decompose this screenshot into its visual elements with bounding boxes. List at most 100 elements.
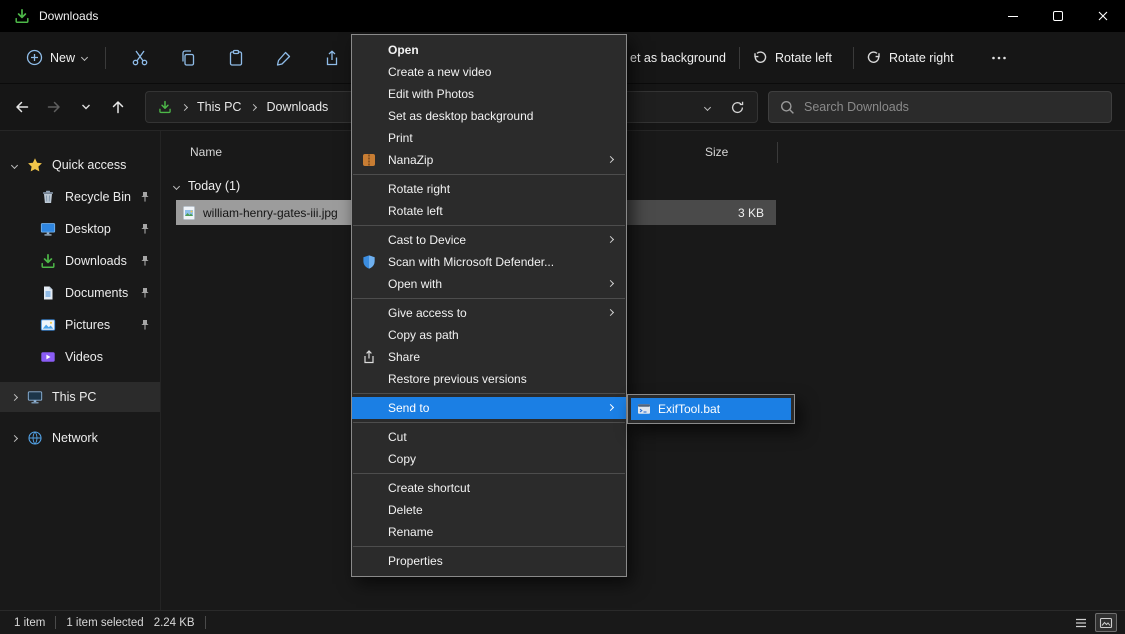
- menu-separator: [353, 225, 625, 226]
- plus-circle-icon: [26, 49, 43, 66]
- recent-locations-button[interactable]: [72, 92, 100, 122]
- menu-item-copy[interactable]: Copy: [352, 448, 626, 470]
- menu-item-rotate-left[interactable]: Rotate left: [352, 200, 626, 222]
- sidebar-item-documents[interactable]: Documents: [0, 278, 160, 308]
- menu-separator: [353, 546, 625, 547]
- menu-item-scan-with-microsoft-defender[interactable]: Scan with Microsoft Defender...: [352, 251, 626, 273]
- menu-item-cast-to-device[interactable]: Cast to Device: [352, 229, 626, 251]
- toolbar-separator: [853, 47, 854, 69]
- submenu-arrow-icon: [607, 236, 614, 243]
- new-button-label: New: [50, 51, 75, 65]
- menu-item-open[interactable]: Open: [352, 39, 626, 61]
- paste-button[interactable]: [212, 40, 260, 76]
- close-icon: [1098, 11, 1108, 21]
- exiftool-icon: [637, 402, 651, 416]
- breadcrumb-downloads[interactable]: Downloads: [266, 100, 328, 114]
- maximize-button[interactable]: [1035, 0, 1080, 32]
- breadcrumb-this-pc[interactable]: This PC: [197, 100, 241, 114]
- sidebar-item-recycle-bin[interactable]: Recycle Bin: [0, 182, 160, 212]
- menu-separator: [353, 174, 625, 175]
- menu-item-create-shortcut[interactable]: Create shortcut: [352, 477, 626, 499]
- menu-item-print[interactable]: Print: [352, 127, 626, 149]
- menu-separator: [353, 298, 625, 299]
- menu-item-restore-previous-versions[interactable]: Restore previous versions: [352, 368, 626, 390]
- this-pc-icon: [27, 389, 43, 405]
- menu-item-share[interactable]: Share: [352, 346, 626, 368]
- cut-button[interactable]: [116, 40, 164, 76]
- set-as-background-button[interactable]: et as background: [630, 32, 726, 84]
- back-button[interactable]: [8, 92, 36, 122]
- menu-item-delete[interactable]: Delete: [352, 499, 626, 521]
- sidebar-item-label: Videos: [65, 350, 103, 364]
- send-to-submenu: ExifTool.bat: [627, 394, 795, 424]
- recycle-bin-icon: [40, 189, 56, 205]
- submenu-arrow-icon: [607, 156, 614, 163]
- rotate-right-icon: [866, 50, 882, 66]
- titlebar: Downloads: [0, 0, 1125, 32]
- more-options-button[interactable]: [984, 32, 1014, 84]
- menu-item-edit-with-photos[interactable]: Edit with Photos: [352, 83, 626, 105]
- submenu-arrow-icon: [607, 309, 614, 316]
- column-header-size[interactable]: Size: [705, 145, 728, 159]
- copy-button[interactable]: [164, 40, 212, 76]
- star-icon: [27, 157, 43, 173]
- sidebar-item-label: Pictures: [65, 318, 110, 332]
- column-divider[interactable]: [777, 142, 778, 163]
- sidebar-item-label: Downloads: [65, 254, 127, 268]
- submenu-item-label: ExifTool.bat: [658, 402, 720, 416]
- defender-shield-icon: [361, 254, 377, 270]
- column-header-name[interactable]: Name: [190, 145, 222, 159]
- share-button[interactable]: [308, 40, 356, 76]
- rotate-right-button[interactable]: Rotate right: [866, 32, 954, 84]
- menu-item-label: Open with: [388, 277, 442, 291]
- forward-button[interactable]: [40, 92, 68, 122]
- thumbnail-view-icon: [1099, 616, 1113, 630]
- group-header-today[interactable]: Today (1): [174, 175, 240, 197]
- sidebar-item-label: Desktop: [65, 222, 111, 236]
- new-button[interactable]: New: [18, 40, 95, 76]
- sidebar-item-label: Network: [52, 431, 98, 445]
- window-controls: [990, 0, 1125, 32]
- refresh-icon[interactable]: [730, 100, 745, 115]
- details-view-button[interactable]: [1070, 613, 1092, 632]
- sidebar-item-network[interactable]: Network: [0, 423, 160, 453]
- address-dropdown-icon[interactable]: [704, 103, 711, 110]
- menu-item-nanazip[interactable]: NanaZip: [352, 149, 626, 171]
- search-box[interactable]: [768, 91, 1112, 123]
- rename-button[interactable]: [260, 40, 308, 76]
- menu-item-rename[interactable]: Rename: [352, 521, 626, 543]
- menu-item-label: Give access to: [388, 306, 467, 320]
- menu-item-properties[interactable]: Properties: [352, 550, 626, 572]
- sidebar-item-pictures[interactable]: Pictures: [0, 310, 160, 340]
- sidebar-item-this-pc[interactable]: This PC: [0, 382, 160, 412]
- file-list: Name Size Today (1) william-henry-gates-…: [161, 131, 1125, 610]
- submenu-arrow-icon: [607, 404, 614, 411]
- rotate-left-button[interactable]: Rotate left: [752, 32, 832, 84]
- close-button[interactable]: [1080, 0, 1125, 32]
- chevron-down-icon[interactable]: [11, 161, 18, 168]
- menu-item-label: NanaZip: [388, 153, 433, 167]
- thumbnail-view-button[interactable]: [1095, 613, 1117, 632]
- pin-icon: [139, 287, 151, 299]
- up-button[interactable]: [104, 92, 132, 122]
- menu-item-copy-as-path[interactable]: Copy as path: [352, 324, 626, 346]
- chevron-right-icon[interactable]: [11, 393, 18, 400]
- menu-item-rotate-right[interactable]: Rotate right: [352, 178, 626, 200]
- chevron-right-icon: [250, 103, 257, 110]
- submenu-item-exiftool[interactable]: ExifTool.bat: [631, 398, 791, 420]
- search-input[interactable]: [804, 100, 1100, 114]
- minimize-button[interactable]: [990, 0, 1035, 32]
- menu-item-cut[interactable]: Cut: [352, 426, 626, 448]
- menu-item-set-as-desktop-background[interactable]: Set as desktop background: [352, 105, 626, 127]
- sidebar-item-videos[interactable]: Videos: [0, 342, 160, 372]
- rotate-left-label: Rotate left: [775, 51, 832, 65]
- sidebar-item-downloads[interactable]: Downloads: [0, 246, 160, 276]
- menu-item-create-a-new-video[interactable]: Create a new video: [352, 61, 626, 83]
- menu-item-send-to[interactable]: Send to: [352, 397, 626, 419]
- sidebar-item-desktop[interactable]: Desktop: [0, 214, 160, 244]
- sidebar-item-quick-access[interactable]: Quick access: [0, 150, 160, 180]
- chevron-down-icon[interactable]: [173, 182, 180, 189]
- menu-item-give-access-to[interactable]: Give access to: [352, 302, 626, 324]
- menu-item-open-with[interactable]: Open with: [352, 273, 626, 295]
- chevron-right-icon[interactable]: [11, 434, 18, 441]
